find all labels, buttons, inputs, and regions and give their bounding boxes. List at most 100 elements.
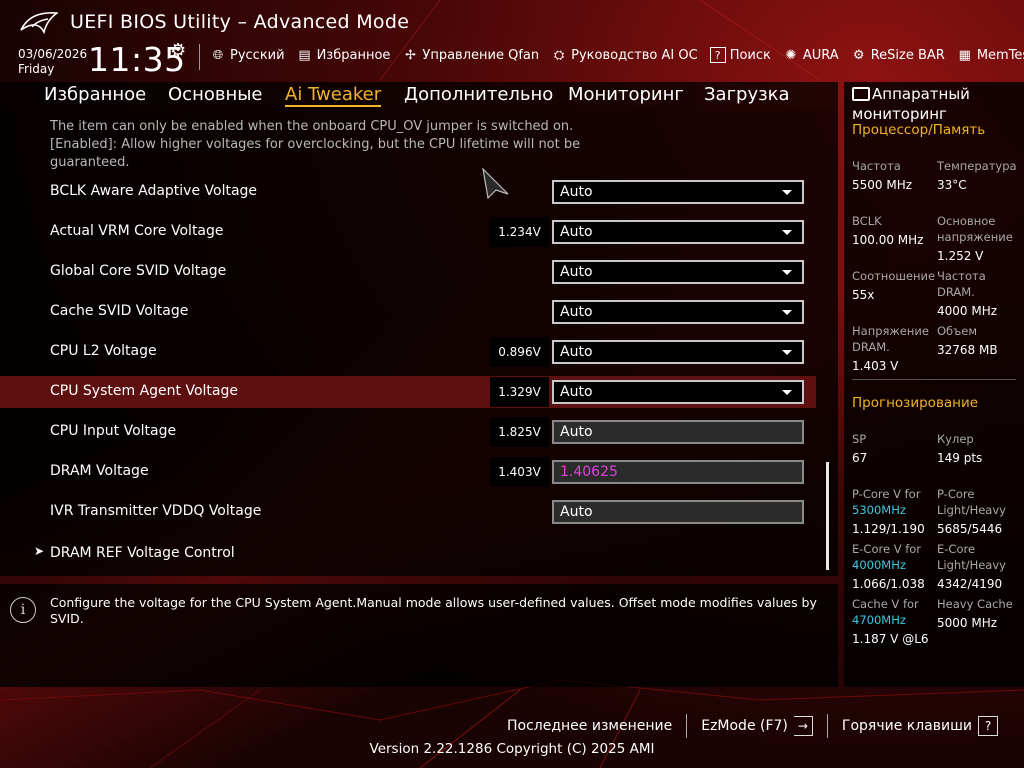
last-change-link[interactable]: Последнее изменение: [493, 718, 686, 734]
setting-row[interactable]: Actual VRM Core Voltage 1.234V Auto: [0, 216, 816, 248]
tab-0[interactable]: Избранное: [44, 84, 146, 105]
setting-value: Auto: [560, 384, 593, 400]
monitor-divider: [852, 379, 1016, 380]
setting-dropdown[interactable]: Auto: [552, 180, 804, 204]
setting-value-field[interactable]: Auto: [552, 420, 804, 444]
dram-voltage-value: 1.403 V: [852, 359, 899, 373]
setting-label: DRAM REF Voltage Control: [50, 545, 235, 561]
exit-icon: →: [793, 716, 813, 736]
app-title: UEFI BIOS Utility – Advanced Mode: [70, 11, 410, 33]
weekday-value: Friday: [18, 62, 55, 76]
help-text: Configure the voltage for the CPU System…: [50, 595, 817, 626]
setting-value: Auto: [560, 504, 593, 520]
toolbar-item-label: Управление Qfan: [422, 47, 540, 63]
setting-value: Auto: [560, 264, 593, 280]
toolbar-item-help-search[interactable]: ? Поиск: [709, 47, 771, 63]
current-voltage-readout: 1.825V: [490, 417, 549, 447]
setting-row[interactable]: CPU Input Voltage 1.825V Auto: [0, 416, 816, 448]
header-divider: [199, 44, 200, 70]
ezmode-link[interactable]: EzMode (F7) →: [687, 716, 827, 736]
ecore-v-label: E-Core V for: [852, 542, 922, 556]
fan-icon: ✢: [404, 47, 416, 63]
question-icon: ?: [978, 716, 998, 736]
aura-icon: ✺: [785, 47, 797, 63]
toolbar-item-memtest[interactable]: ▦ MemTest86: [957, 47, 1024, 63]
dropdown-arrow-icon: [782, 390, 792, 395]
setting-dropdown[interactable]: Auto: [552, 380, 804, 404]
toolbar-item-label: AURA: [802, 47, 839, 63]
setting-dropdown[interactable]: Auto: [552, 340, 804, 364]
setting-label: BCLK Aware Adaptive Voltage: [50, 183, 258, 199]
toolbar-item-ai-oc[interactable]: ⛭ Руководство AI OC: [551, 47, 698, 63]
setting-dropdown[interactable]: Auto: [552, 220, 804, 244]
current-voltage-readout: 1.234V: [490, 217, 549, 247]
setting-row[interactable]: CPU L2 Voltage 0.896V Auto: [0, 336, 816, 368]
setting-row[interactable]: CPU System Agent Voltage 1.329V Auto: [0, 376, 816, 408]
setting-row[interactable]: ➤ DRAM REF Voltage Control: [0, 538, 816, 570]
setting-label: CPU Input Voltage: [50, 423, 177, 439]
toolbar-item-label: Русский: [230, 47, 285, 63]
dropdown-arrow-icon: [782, 310, 792, 315]
current-voltage-readout: 0.896V: [490, 337, 549, 367]
dram-voltage-label: Напряжение DRAM.: [852, 324, 929, 354]
core-voltage-value: 1.252 V: [937, 249, 984, 263]
ezmode-label: EzMode (F7): [701, 718, 788, 734]
core-voltage-label: Основное напряжение: [937, 214, 1013, 244]
freq-value: 5500 MHz: [852, 178, 913, 192]
setting-label: Actual VRM Core Voltage: [50, 223, 224, 239]
toolbar-item-globe[interactable]: 🌐︎ Русский: [210, 47, 285, 63]
rog-logo-icon: [20, 12, 58, 34]
hotkeys-link[interactable]: Горячие клавиши?: [828, 716, 1012, 736]
hotkeys-label: Горячие клавиши: [841, 718, 972, 734]
setting-row[interactable]: IVR Transmitter VDDQ Voltage Auto: [0, 496, 816, 528]
main-tabs: Избранное Основные Ai Tweaker Дополнительно…: [0, 82, 838, 110]
setting-row[interactable]: Global Core SVID Voltage Auto: [0, 256, 816, 288]
pcore-v-label: P-Core V for: [852, 487, 921, 501]
freq-label: Частота: [852, 159, 901, 173]
setting-row[interactable]: Cache SVID Voltage Auto: [0, 296, 816, 328]
setting-value-field[interactable]: Auto: [552, 500, 804, 524]
info-icon: i: [10, 597, 36, 623]
setting-row[interactable]: BCLK Aware Adaptive Voltage Auto: [0, 176, 816, 208]
last-change-label: Последнее изменение: [507, 718, 673, 734]
pcore-v-value: 1.129/1.190: [852, 522, 925, 536]
dropdown-arrow-icon: [782, 190, 792, 195]
favorites-icon: ▤: [298, 47, 311, 63]
setting-dropdown[interactable]: Auto: [552, 300, 804, 324]
tab-4[interactable]: Мониторинг: [568, 84, 684, 105]
cache-v-freq: 4700MHz: [852, 613, 906, 627]
tab-5[interactable]: Загрузка: [704, 84, 790, 105]
bclk-label: BCLK: [852, 214, 882, 228]
setting-value: Auto: [560, 424, 593, 440]
setting-value: Auto: [560, 184, 593, 200]
setting-row[interactable]: DRAM Voltage 1.403V 1.40625: [0, 456, 816, 488]
toolbar-item-aura[interactable]: ✺ AURA: [783, 47, 839, 63]
item-help-top: The item can only be enabled when the on…: [50, 119, 581, 170]
mouse-cursor-icon: [482, 168, 509, 200]
pcore-v-freq: 5300MHz: [852, 503, 906, 517]
setting-label: CPU L2 Voltage: [50, 343, 157, 359]
clock-settings-gear-icon[interactable]: ⚙: [170, 40, 186, 61]
setting-dropdown[interactable]: Auto: [552, 260, 804, 284]
toolbar-item-resize-bar[interactable]: ⚙ ReSize BAR: [851, 47, 945, 63]
setting-label: CPU System Agent Voltage: [50, 383, 238, 399]
heavy-cache-label: Heavy Cache: [937, 597, 1013, 611]
setting-label: Global Core SVID Voltage: [50, 263, 227, 279]
tab-1[interactable]: Основные: [168, 84, 263, 105]
dropdown-arrow-icon: [782, 270, 792, 275]
ecore-lh-label: E-Core Light/Heavy: [937, 542, 1006, 572]
setting-value-field[interactable]: 1.40625: [552, 460, 804, 484]
scrollbar[interactable]: [826, 462, 829, 570]
date-display: 03/06/2026 Friday: [18, 47, 87, 77]
help-panel: i Configure the voltage for the CPU Syst…: [0, 584, 838, 687]
bclk-value: 100.00 MHz: [852, 233, 924, 247]
sp-label: SP: [852, 432, 867, 446]
tab-3[interactable]: Дополнительно: [404, 84, 553, 105]
resize-bar-icon: ⚙: [852, 47, 865, 63]
tab-2[interactable]: Ai Tweaker: [285, 84, 382, 107]
toolbar-item-favorites[interactable]: ▤ Избранное: [297, 47, 390, 63]
dropdown-arrow-icon: [782, 350, 792, 355]
ratio-value: 55x: [852, 288, 875, 302]
cooler-value: 149 pts: [937, 451, 983, 465]
toolbar-item-fan[interactable]: ✢ Управление Qfan: [402, 47, 539, 63]
